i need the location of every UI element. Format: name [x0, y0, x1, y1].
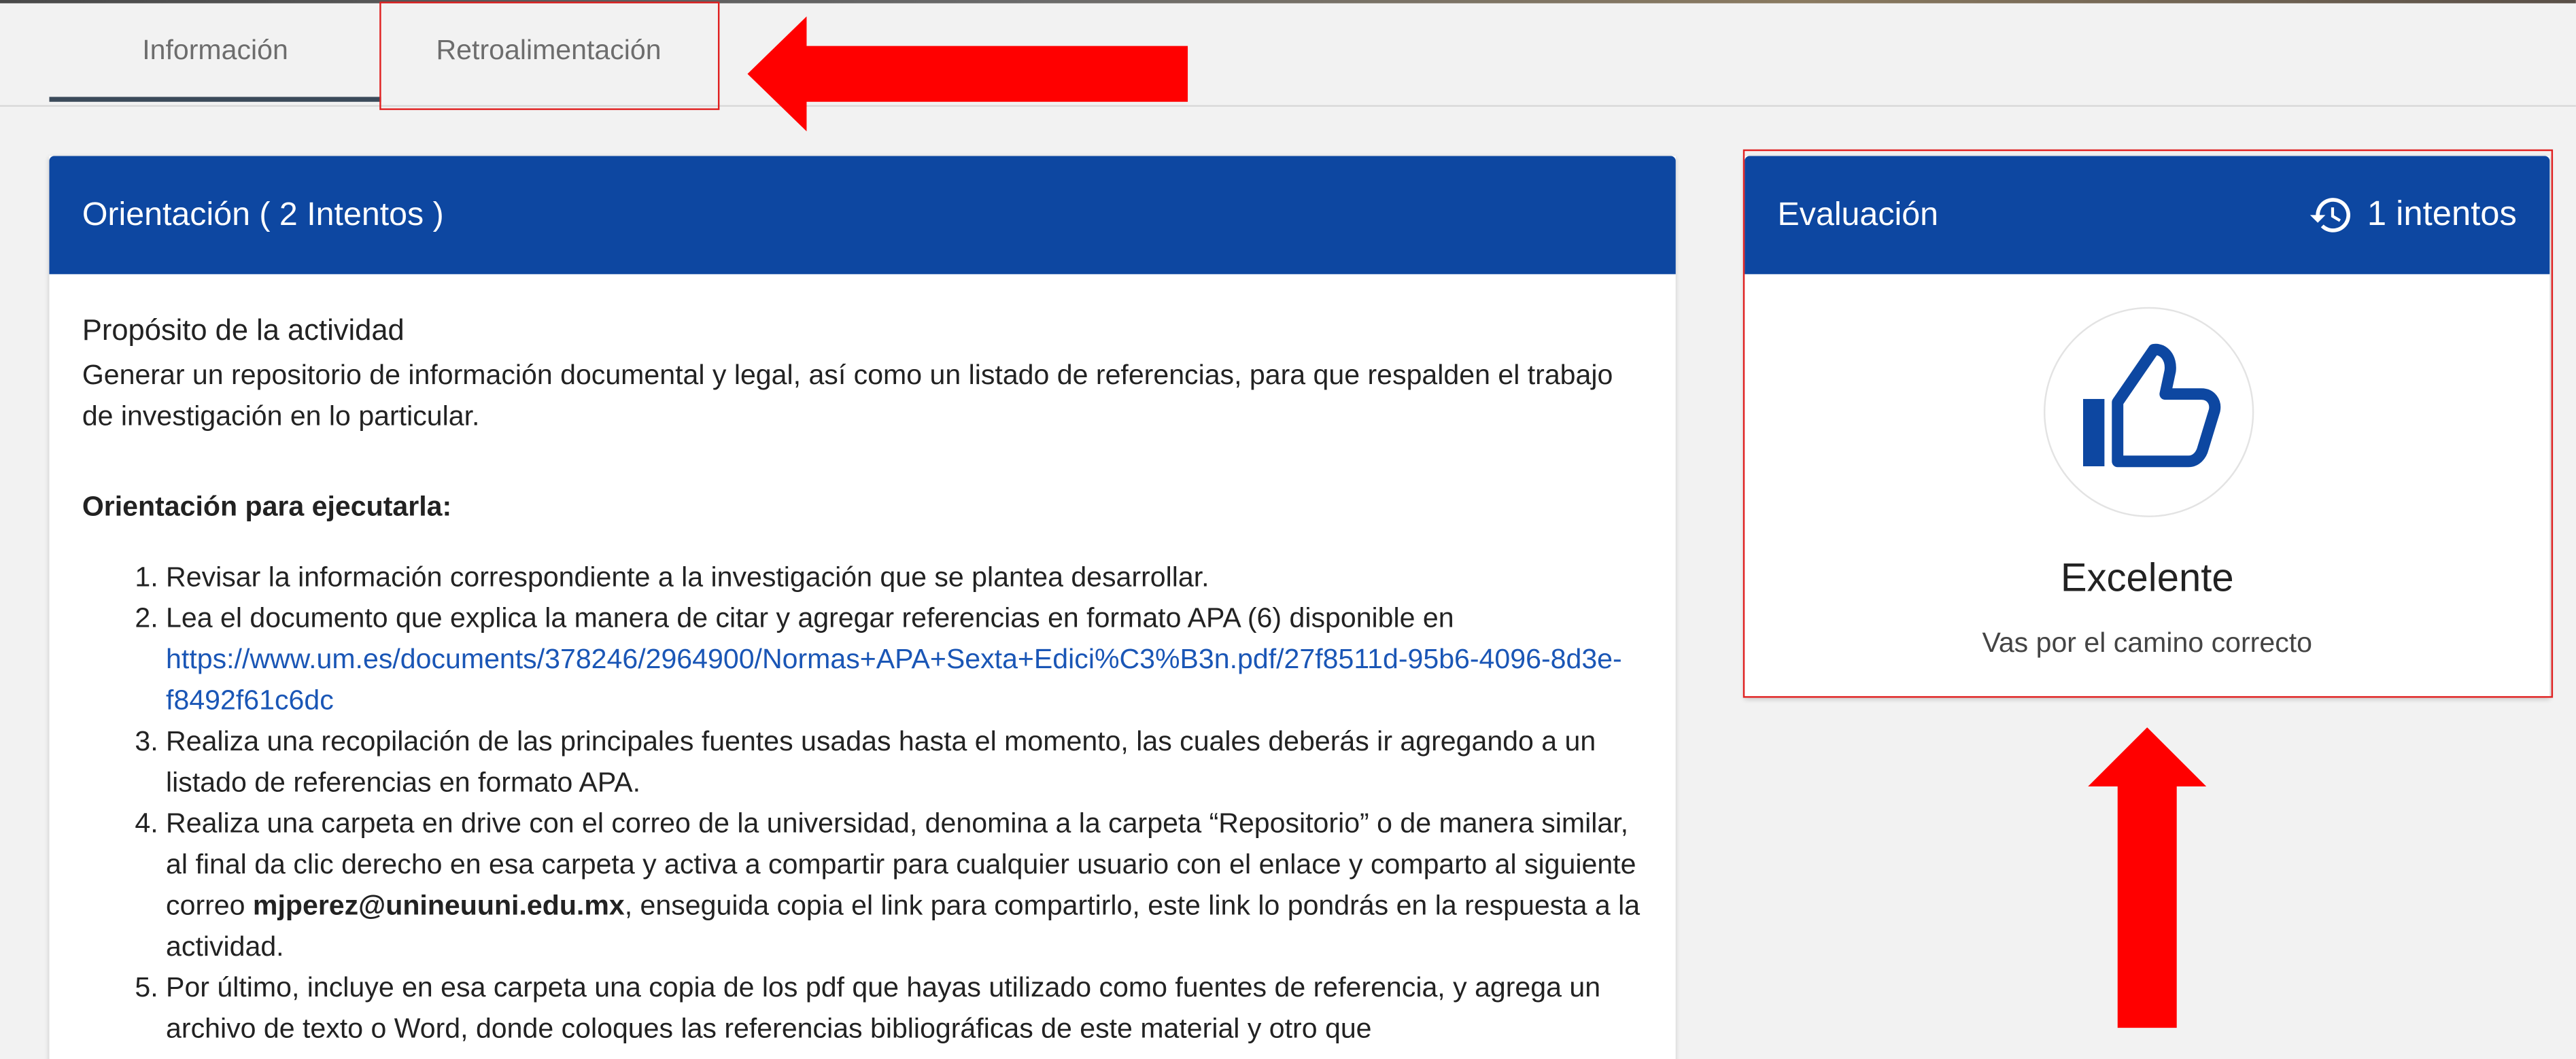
step-text: Por último, incluye en esa carpeta una c… — [166, 971, 1601, 1045]
step-text: Lea el documento que explica la manera d… — [166, 602, 1454, 634]
annotation-box-tab — [379, 1, 720, 110]
step-item: Realiza una recopilación de las principa… — [166, 721, 1643, 803]
step-item: Lea el documento que explica la manera d… — [166, 597, 1643, 721]
step-text: Realiza una recopilación de las principa… — [166, 725, 1596, 798]
orientation-card: Orientación ( 2 Intentos ) Propósito de … — [49, 156, 1676, 1059]
apa-document-link[interactable]: https://www.um.es/documents/378246/29649… — [166, 644, 1622, 716]
purpose-title: Propósito de la actividad — [82, 313, 405, 347]
email-text: mjperez@unineuuni.edu.mx — [252, 890, 625, 922]
steps-list: Revisar la información correspondiente a… — [82, 557, 1643, 1049]
orientation-header: Orientación ( 2 Intentos ) — [49, 156, 1676, 275]
annotation-arrow-left — [747, 16, 1188, 132]
step-item: Revisar la información correspondiente a… — [166, 557, 1643, 597]
orientation-title: Orientación para ejecutarla: — [82, 491, 452, 523]
annotation-box-evaluation — [1742, 149, 2554, 698]
tab-informacion[interactable]: Información — [49, 3, 381, 102]
annotation-arrow-up — [2088, 727, 2207, 1028]
step-item: Realiza una carpeta en drive con el corr… — [166, 803, 1643, 967]
page: Información Retroalimentación Orientació… — [0, 0, 2576, 1059]
step-text: Revisar la información correspondiente a… — [166, 561, 1209, 593]
step-item: Por último, incluye en esa carpeta una c… — [166, 967, 1643, 1049]
orientation-body: Propósito de la actividad Generar un rep… — [49, 274, 1675, 1049]
purpose-text: Generar un repositorio de información do… — [82, 359, 1613, 432]
